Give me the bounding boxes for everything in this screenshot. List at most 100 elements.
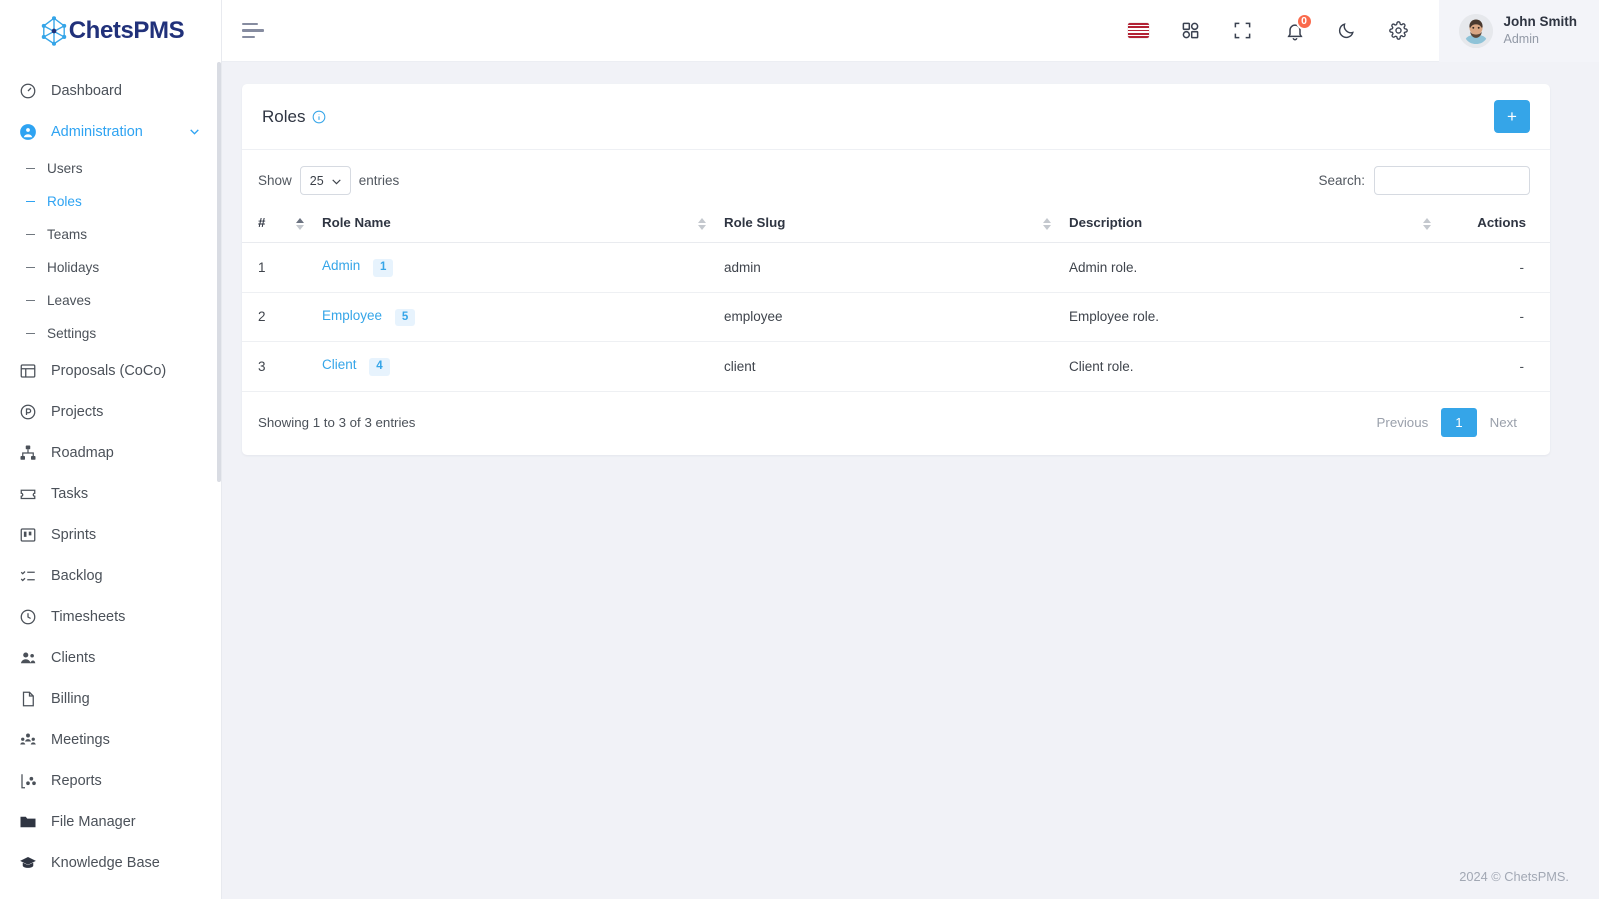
pagination-previous[interactable]: Previous <box>1364 408 1442 437</box>
sidebar-item-teams[interactable]: Teams <box>0 218 221 251</box>
brand-logo-area[interactable]: ChetsPMS <box>0 0 221 62</box>
chets-logo-icon <box>37 14 71 48</box>
gauge-icon <box>18 81 37 100</box>
sidebar-item-label: Dashboard <box>51 82 122 99</box>
column-header-role-slug[interactable]: Role Slug <box>716 205 1061 243</box>
sidebar-item-leaves[interactable]: Leaves <box>0 284 221 317</box>
scrollbar-thumb[interactable] <box>217 62 221 482</box>
pagination-page-1[interactable]: 1 <box>1441 407 1477 437</box>
cell-role-name: Client 4 <box>314 341 716 392</box>
role-count-badge: 5 <box>394 308 416 326</box>
sprints-icon <box>18 525 37 544</box>
hamburger-icon[interactable] <box>242 18 268 44</box>
table-row: 3 Client 4 client Client role. - <box>242 341 1550 392</box>
sidebar-item-knowledge-base[interactable]: Knowledge Base <box>0 842 221 883</box>
user-info: John Smith Admin <box>1504 13 1578 48</box>
notifications-button[interactable]: 0 <box>1275 11 1315 51</box>
table-header: # Role Name Role Slug Description Action… <box>242 205 1550 243</box>
sort-indicator-icon <box>1043 218 1051 230</box>
search-input[interactable] <box>1374 166 1530 195</box>
sidebar-item-label: Meetings <box>51 731 110 748</box>
roadmap-icon <box>18 443 37 462</box>
sidebar-item-billing[interactable]: Billing <box>0 678 221 719</box>
sidebar-item-proposals[interactable]: Proposals (CoCo) <box>0 350 221 391</box>
notification-count-badge: 0 <box>1295 12 1313 30</box>
sidebar-item-backlog[interactable]: Backlog <box>0 555 221 596</box>
cell-description: Admin role. <box>1061 242 1441 293</box>
gear-icon[interactable] <box>1379 11 1419 51</box>
cell-actions: - <box>1441 242 1550 293</box>
sidebar-item-roadmap[interactable]: Roadmap <box>0 432 221 473</box>
sidebar-item-timesheets[interactable]: Timesheets <box>0 596 221 637</box>
main-area: 0 John Smith Admin Roles + Show 25 entri… <box>222 0 1599 899</box>
tasks-icon <box>18 484 37 503</box>
cell-description: Employee role. <box>1061 292 1441 342</box>
dash-icon <box>26 299 35 302</box>
sidebar-item-projects[interactable]: Projects <box>0 391 221 432</box>
cell-role-name: Employee 5 <box>314 292 716 342</box>
sidebar-subitem-label: Leaves <box>47 293 91 308</box>
sidebar-item-sprints[interactable]: Sprints <box>0 514 221 555</box>
chevron-down-icon[interactable] <box>188 125 201 138</box>
cell-role-slug: admin <box>716 242 1061 293</box>
column-label: Role Name <box>322 215 391 230</box>
sidebar-item-users[interactable]: Users <box>0 152 221 185</box>
showing-entries-text: Showing 1 to 3 of 3 entries <box>258 414 416 430</box>
sidebar-subitem-label: Teams <box>47 227 88 242</box>
user-profile-menu[interactable]: John Smith Admin <box>1438 0 1599 62</box>
sidebar-item-tasks[interactable]: Tasks <box>0 473 221 514</box>
sidebar-item-reports[interactable]: Reports <box>0 760 221 801</box>
column-header-role-name[interactable]: Role Name <box>314 205 716 243</box>
fullscreen-icon[interactable] <box>1223 11 1263 51</box>
column-header-actions: Actions <box>1441 205 1550 243</box>
sidebar-scrollbar[interactable] <box>217 62 221 842</box>
dash-icon <box>26 266 35 269</box>
topbar: 0 John Smith Admin <box>222 0 1599 62</box>
sidebar: ChetsPMS Dashboard Administration Users … <box>0 0 222 899</box>
search-control: Search: <box>1318 166 1530 195</box>
column-header-description[interactable]: Description <box>1061 205 1441 243</box>
sidebar-subitem-label: Settings <box>47 326 97 341</box>
sidebar-subitem-label: Users <box>47 161 83 176</box>
sidebar-item-clients[interactable]: Clients <box>0 637 221 678</box>
sidebar-item-roles[interactable]: Roles <box>0 185 221 218</box>
card-header: Roles + <box>242 84 1550 150</box>
add-role-button[interactable]: + <box>1494 100 1530 133</box>
role-link[interactable]: Admin <box>322 258 360 273</box>
sidebar-item-file-manager[interactable]: File Manager <box>0 801 221 842</box>
sort-indicator-icon <box>698 218 706 230</box>
user-role: Admin <box>1503 32 1539 47</box>
sidebar-item-meetings[interactable]: Meetings <box>0 719 221 760</box>
sidebar-item-settings[interactable]: Settings <box>0 317 221 350</box>
sidebar-item-label: Proposals (CoCo) <box>51 362 167 379</box>
column-label: Description <box>1069 215 1143 230</box>
table-footer: Showing 1 to 3 of 3 entries Previous 1 N… <box>242 392 1550 455</box>
dash-icon <box>26 233 35 236</box>
search-label: Search: <box>1318 173 1365 188</box>
cell-num: 3 <box>242 341 314 392</box>
show-label: Show <box>258 173 292 188</box>
cell-actions: - <box>1441 292 1550 342</box>
language-selector[interactable] <box>1119 11 1159 51</box>
roles-card: Roles + Show 25 entries Search: # Role N… <box>242 84 1550 455</box>
role-link[interactable]: Client <box>322 357 357 372</box>
column-label: # <box>258 215 266 230</box>
apps-grid-icon[interactable] <box>1171 11 1211 51</box>
page-size-select[interactable]: 25 <box>299 166 351 195</box>
info-icon[interactable] <box>312 110 326 124</box>
role-link[interactable]: Employee <box>322 308 382 323</box>
sidebar-item-administration[interactable]: Administration <box>0 111 221 152</box>
dash-icon <box>26 167 35 170</box>
projects-icon <box>18 402 37 421</box>
moon-icon[interactable] <box>1327 11 1367 51</box>
column-label: Actions <box>1477 215 1526 230</box>
pagination-next[interactable]: Next <box>1477 408 1530 437</box>
sidebar-item-label: Reports <box>51 772 102 789</box>
folder-icon <box>18 812 37 831</box>
sidebar-item-label: Billing <box>51 690 90 707</box>
sidebar-item-holidays[interactable]: Holidays <box>0 251 221 284</box>
sidebar-item-dashboard[interactable]: Dashboard <box>0 70 221 111</box>
column-header-num[interactable]: # <box>242 205 314 243</box>
page-footer: 2024 © ChetsPMS. <box>222 853 1599 899</box>
sidebar-item-label: Administration <box>51 123 143 140</box>
